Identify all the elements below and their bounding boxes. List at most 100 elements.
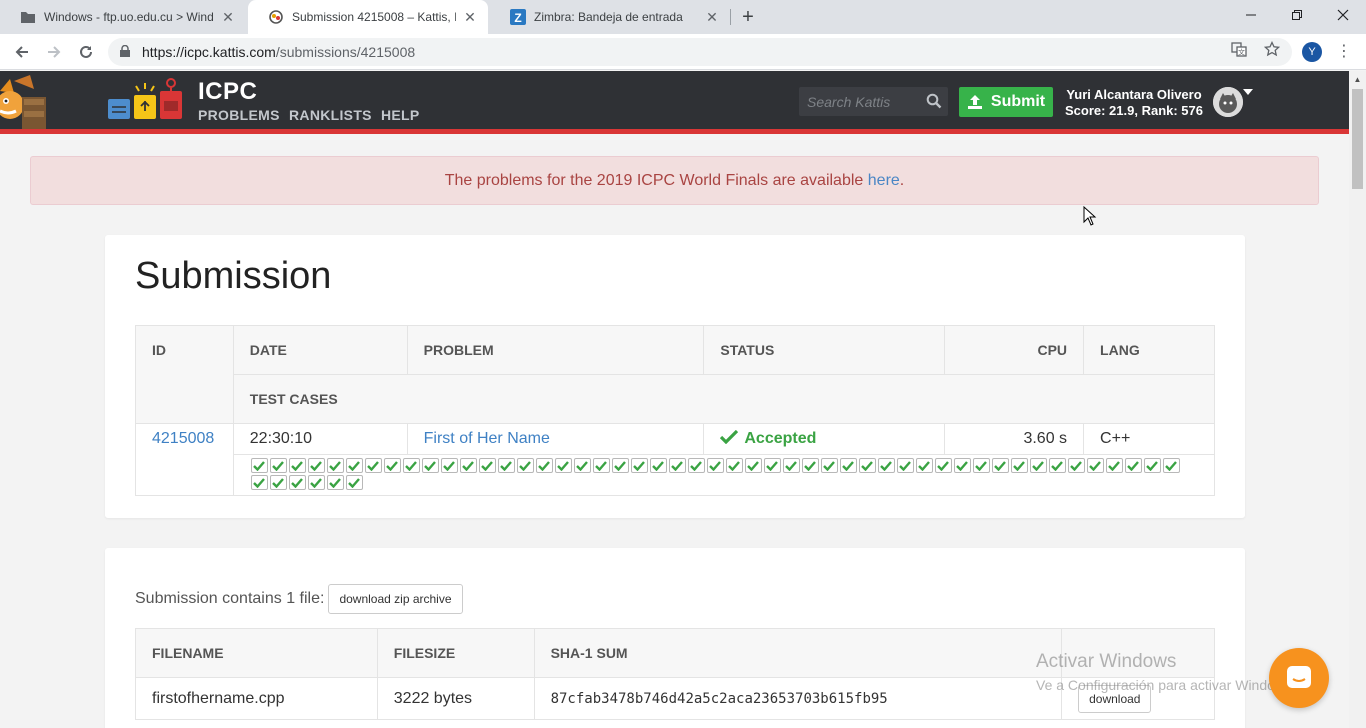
lock-icon [120, 44, 132, 60]
table-row: firstofhername.cpp 3222 bytes 87cfab3478… [135, 677, 1215, 720]
submission-id-cell: 4215008 [135, 423, 234, 496]
minimize-icon[interactable] [1228, 0, 1274, 30]
test-case-result-icon [896, 458, 914, 473]
test-case-result-icon [1067, 458, 1085, 473]
test-case-result-icon [250, 475, 268, 490]
tab-title: Submission 4215008 – Kattis, ICP [292, 10, 456, 24]
test-case-result-icon [288, 458, 306, 473]
test-case-list [250, 457, 1190, 491]
chat-widget-button[interactable] [1269, 648, 1329, 708]
test-case-result-icon [953, 458, 971, 473]
tab-kattis-submission[interactable]: Submission 4215008 – Kattis, ICP ✕ [248, 0, 488, 34]
search-input[interactable] [799, 87, 919, 116]
icpc-logo-icon[interactable] [106, 77, 186, 123]
test-case-result-icon [1048, 458, 1066, 473]
file-sha: 87cfab3478b746d42a5c2aca23653703b615fb95 [533, 677, 1063, 720]
problem-link[interactable]: First of Her Name [424, 430, 550, 447]
col-lang: LANG [1083, 325, 1215, 375]
header-accent-line [0, 129, 1349, 134]
test-case-result-icon [364, 458, 382, 473]
close-tab-icon[interactable]: ✕ [462, 9, 478, 25]
alert-link[interactable]: here [868, 172, 900, 190]
submission-panel: Submission ID DATE PROBLEM STATUS CPU LA… [105, 235, 1245, 518]
test-case-result-icon [288, 475, 306, 490]
close-tab-icon[interactable]: ✕ [220, 9, 236, 25]
download-zip-button[interactable]: download zip archive [328, 584, 463, 614]
col-date: DATE [232, 325, 408, 375]
test-case-result-icon [307, 458, 325, 473]
test-case-result-icon [345, 475, 363, 490]
files-panel: Submission contains 1 file: download zip… [105, 548, 1245, 728]
test-case-result-icon [307, 475, 325, 490]
test-case-result-icon [687, 458, 705, 473]
col-action [1061, 628, 1215, 678]
nav-ranklists[interactable]: RANKLISTS [289, 107, 372, 123]
test-case-result-icon [269, 475, 287, 490]
upload-icon [967, 95, 982, 109]
translate-icon[interactable]: 文 [1230, 40, 1248, 58]
announcement-alert: The problems for the 2019 ICPC World Fin… [30, 156, 1319, 205]
file-size: 3222 bytes [376, 677, 535, 720]
download-file-button[interactable]: download [1078, 684, 1152, 713]
tab-separator [730, 9, 731, 25]
col-filename: FILENAME [135, 628, 378, 678]
reload-icon[interactable] [74, 40, 98, 64]
test-case-result-icon [592, 458, 610, 473]
back-icon[interactable] [10, 40, 34, 64]
table-subheader-row: TEST CASES [136, 374, 1216, 424]
nav-problems[interactable]: PROBLEMS [198, 107, 280, 123]
test-case-result-icon [554, 458, 572, 473]
test-case-result-icon [1143, 458, 1161, 473]
submission-id-link[interactable]: 4215008 [152, 430, 214, 447]
mouse-cursor-icon [1083, 206, 1097, 226]
test-cases-row [136, 454, 1216, 496]
files-summary-text: Submission contains 1 file: [135, 590, 325, 607]
test-case-result-icon [991, 458, 1009, 473]
browser-menu-icon[interactable]: ⋮ [1336, 42, 1352, 62]
new-tab-button[interactable]: + [738, 7, 758, 27]
file-action-cell: download [1061, 677, 1215, 720]
kattis-mascot-logo[interactable] [0, 71, 54, 129]
files-summary: Submission contains 1 file: download zip… [135, 584, 463, 614]
test-case-result-icon [858, 458, 876, 473]
profile-avatar[interactable]: Y [1302, 42, 1322, 62]
tab-title: Windows - ftp.uo.edu.cu > Windo [44, 10, 214, 24]
bookmark-star-icon[interactable] [1263, 40, 1281, 58]
brand-title[interactable]: ICPC [198, 78, 257, 106]
close-window-icon[interactable] [1320, 0, 1366, 30]
test-case-result-icon [497, 458, 515, 473]
restore-icon[interactable] [1274, 0, 1320, 30]
test-case-result-icon [535, 458, 553, 473]
nav-help[interactable]: HELP [381, 107, 420, 123]
tab-title: Zimbra: Bandeja de entrada [534, 10, 683, 24]
user-menu-caret-icon[interactable] [1243, 89, 1253, 95]
alert-suffix: . [899, 171, 905, 189]
user-info[interactable]: Yuri Alcantara Olivero Score: 21.9, Rank… [1062, 87, 1206, 119]
col-test-cases: TEST CASES [232, 374, 1216, 424]
test-case-result-icon [1010, 458, 1028, 473]
page-title: Submission [135, 255, 332, 297]
submit-button[interactable]: Submit [959, 87, 1053, 117]
status-badge: Accepted [744, 430, 817, 447]
search-icon[interactable] [926, 93, 942, 109]
page-scrollbar[interactable]: ▲ [1349, 71, 1366, 728]
user-avatar[interactable] [1213, 87, 1243, 117]
submit-label: Submit [990, 93, 1046, 110]
address-bar[interactable]: https://icpc.kattis.com/submissions/4215… [108, 38, 1292, 66]
scroll-up-icon[interactable]: ▲ [1349, 71, 1366, 88]
forward-icon[interactable] [42, 40, 66, 64]
test-case-result-icon [1105, 458, 1123, 473]
files-header-row: FILENAME FILESIZE SHA-1 SUM [135, 628, 1215, 678]
table-header-row: ID DATE PROBLEM STATUS CPU LANG [135, 325, 1215, 424]
test-case-result-icon [839, 458, 857, 473]
url-text: https://icpc.kattis.com/submissions/4215… [142, 44, 415, 60]
test-case-result-icon [915, 458, 933, 473]
close-tab-icon[interactable]: ✕ [704, 9, 720, 25]
url-host: https://icpc.kattis.com [142, 44, 276, 60]
test-case-result-icon [269, 458, 287, 473]
test-case-result-icon [383, 458, 401, 473]
scrollbar-thumb[interactable] [1352, 89, 1363, 189]
tab-ftp[interactable]: Windows - ftp.uo.edu.cu > Windo ✕ [0, 0, 246, 34]
tab-strip: Windows - ftp.uo.edu.cu > Windo ✕ Submis… [0, 0, 1366, 34]
tab-zimbra[interactable]: Z Zimbra: Bandeja de entrada ✕ [490, 0, 730, 34]
